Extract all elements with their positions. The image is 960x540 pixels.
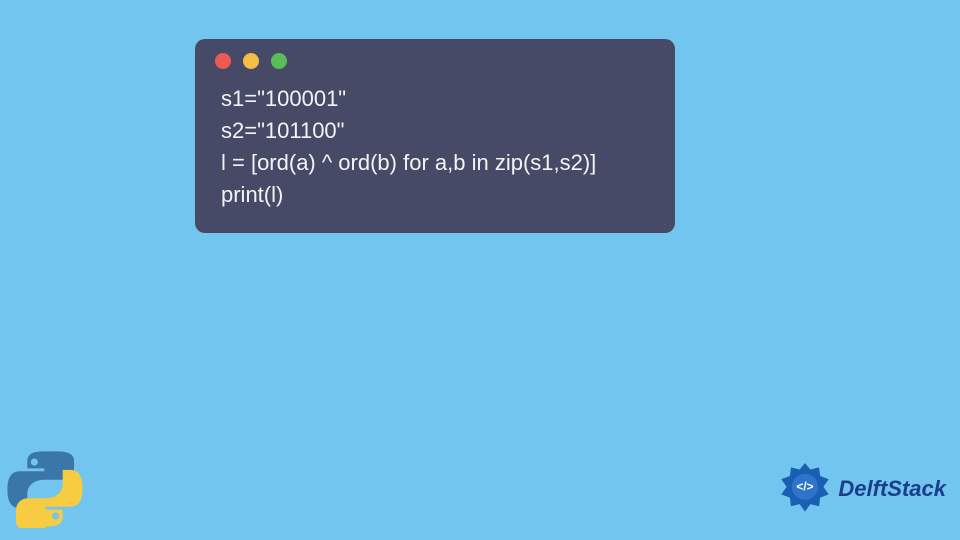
code-line: print(l) xyxy=(221,182,283,207)
window-titlebar xyxy=(195,39,675,79)
brand-name: DelftStack xyxy=(838,476,946,502)
svg-text:</>: </> xyxy=(797,480,814,494)
minimize-icon[interactable] xyxy=(243,53,259,69)
python-logo-icon xyxy=(6,450,84,528)
code-line: l = [ord(a) ^ ord(b) for a,b in zip(s1,s… xyxy=(221,150,596,175)
code-window: s1="100001" s2="101100" l = [ord(a) ^ or… xyxy=(195,39,675,233)
code-block: s1="100001" s2="101100" l = [ord(a) ^ or… xyxy=(195,79,675,211)
maximize-icon[interactable] xyxy=(271,53,287,69)
close-icon[interactable] xyxy=(215,53,231,69)
code-line: s2="101100" xyxy=(221,118,344,143)
delftstack-logo: </> DelftStack xyxy=(778,462,946,516)
delftstack-badge-icon: </> xyxy=(778,462,832,516)
code-line: s1="100001" xyxy=(221,86,346,111)
